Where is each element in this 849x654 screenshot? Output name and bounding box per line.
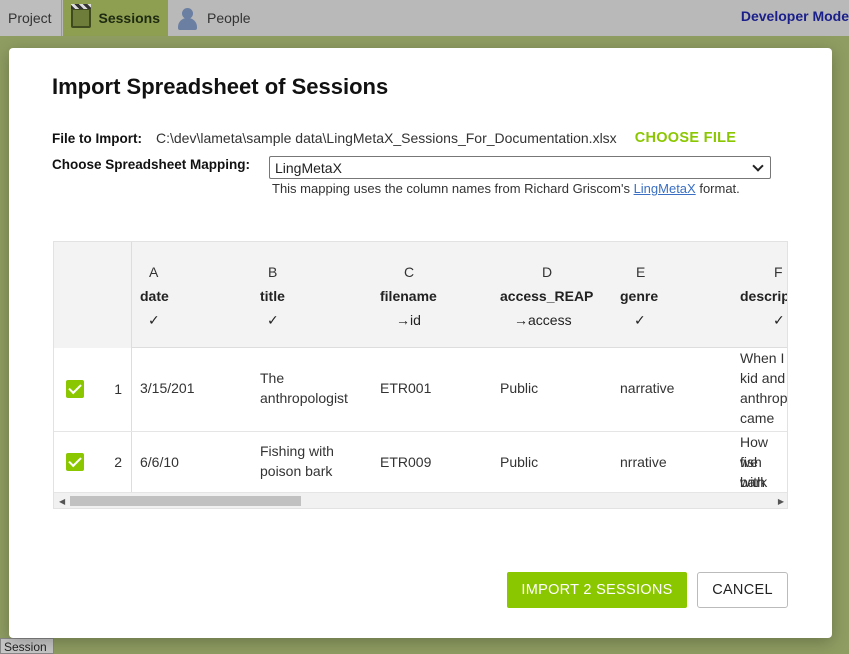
lingmetax-link[interactable]: LingMetaX [634, 181, 696, 196]
column-header-b[interactable]: B title ✓ [252, 242, 372, 348]
person-icon [177, 8, 199, 30]
choose-file-button[interactable]: CHOOSE FILE [635, 130, 737, 146]
column-letter: D [542, 264, 553, 280]
mapping-note-suffix: format. [695, 181, 740, 196]
mapping-select-value: LingMetaX [275, 159, 342, 176]
column-mapping-mark: ✓ [634, 312, 646, 328]
file-label: File to Import: [52, 130, 142, 146]
table-row: 2 6/6/10 Fishing with poison bark ETR009… [54, 432, 787, 494]
column-name: title [260, 288, 285, 304]
row-checkbox[interactable] [66, 453, 84, 471]
column-name: filename [380, 288, 437, 304]
column-mapping-mark: →access [514, 312, 572, 328]
cell-description-line1: When I [740, 350, 785, 366]
mapping-note-prefix: This mapping uses the column names from … [272, 181, 634, 196]
cell-genre: nrrative [620, 454, 667, 470]
cell-title-line2: poison bark [260, 463, 333, 479]
cell-description-line2: kid and [740, 370, 786, 386]
column-letter: F [774, 264, 783, 280]
tab-people[interactable]: People [169, 0, 269, 36]
mapping-note: This mapping uses the column names from … [272, 181, 740, 196]
scrollbar-thumb[interactable] [70, 496, 301, 506]
cell-description-line4: came [740, 410, 775, 426]
row-selector: 2 [54, 432, 132, 493]
column-name: date [140, 288, 169, 304]
row-number: 2 [114, 454, 122, 470]
preview-table: A date ✓ B title ✓ C filename →id D acce… [53, 241, 788, 509]
file-row: File to Import: C:\dev\lameta\sample dat… [52, 130, 736, 146]
chevron-down-icon [752, 159, 764, 172]
row-checkbox[interactable] [66, 380, 84, 398]
column-mapping-mark: ✓ [773, 312, 785, 328]
column-header-f[interactable]: F description ✓ [732, 242, 787, 348]
column-mapping-mark: →id [396, 312, 421, 328]
cell-title-line1: Fishing with [260, 443, 334, 459]
main-tab-bar: Project Sessions People Developer Mode [0, 0, 849, 36]
column-letter: E [636, 264, 646, 280]
column-name: description [740, 288, 787, 304]
column-letter: A [149, 264, 159, 280]
table-corner [54, 242, 132, 348]
cancel-button[interactable]: CANCEL [697, 572, 788, 608]
developer-mode-indicator[interactable]: Developer Mode [741, 8, 849, 24]
import-dialog: Import Spreadsheet of Sessions File to I… [9, 48, 832, 638]
cell-description-line3: bark [740, 474, 768, 490]
scroll-left-icon[interactable]: ◀ [59, 497, 65, 506]
cell-filename: ETR001 [380, 380, 432, 396]
tab-project[interactable]: Project [0, 0, 62, 36]
mapping-select[interactable]: LingMetaX [269, 156, 771, 179]
column-name: genre [620, 288, 659, 304]
row-number: 1 [114, 381, 122, 397]
tab-sessions-label: Sessions [98, 10, 160, 26]
column-header-e[interactable]: E genre ✓ [612, 242, 732, 348]
mapping-row: Choose Spreadsheet Mapping: [52, 157, 250, 172]
cell-filename: ETR009 [380, 454, 432, 470]
scroll-right-icon[interactable]: ▶ [778, 497, 784, 506]
cell-access: Public [500, 380, 539, 396]
cell-date: 6/6/10 [140, 454, 179, 470]
tab-people-label: People [207, 10, 251, 26]
cell-title-line2: anthropologist [260, 390, 348, 406]
cell-title-line1: The [260, 370, 285, 386]
clapperboard-icon [71, 4, 91, 28]
column-mapping-mark: ✓ [148, 312, 160, 328]
dialog-title: Import Spreadsheet of Sessions [52, 74, 389, 99]
column-mapping-mark: ✓ [267, 312, 279, 328]
mapping-label: Choose Spreadsheet Mapping: [52, 157, 251, 172]
cell-description-line3: anthrop [740, 390, 788, 406]
column-letter: C [404, 264, 415, 280]
import-sessions-button[interactable]: IMPORT 2 SESSIONS [507, 572, 687, 608]
horizontal-scrollbar[interactable]: ◀ ▶ [54, 492, 787, 508]
bottom-tab-session[interactable]: Session [0, 638, 54, 654]
file-path: C:\dev\lameta\sample data\LingMetaX_Sess… [156, 130, 617, 146]
column-header-a[interactable]: A date ✓ [132, 242, 252, 348]
column-name: access_REAP [500, 288, 594, 304]
tab-project-label: Project [8, 10, 52, 26]
tab-sessions[interactable]: Sessions [63, 0, 168, 36]
cell-date: 3/15/201 [140, 380, 195, 396]
row-selector: 1 [54, 348, 132, 431]
cell-access: Public [500, 454, 539, 470]
column-letter: B [268, 264, 278, 280]
table-header: A date ✓ B title ✓ C filename →id D acce… [54, 242, 787, 348]
column-header-c[interactable]: C filename →id [372, 242, 492, 348]
cell-genre: narrative [620, 380, 675, 396]
column-header-d[interactable]: D access_REAP →access [492, 242, 612, 348]
table-row: 1 3/15/201 The anthropologist ETR001 Pub… [54, 348, 788, 432]
